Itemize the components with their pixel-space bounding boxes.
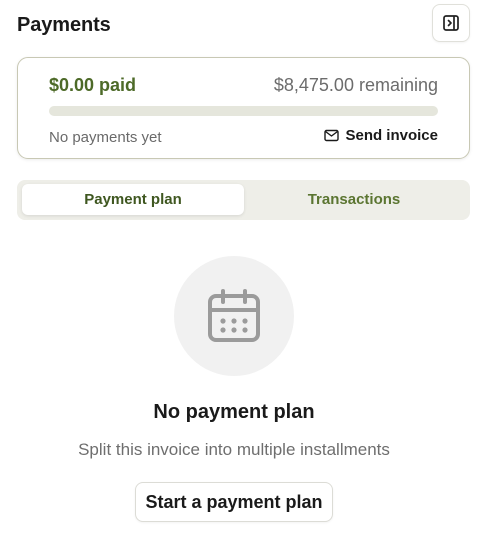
payments-header: Payments xyxy=(17,4,470,46)
payment-progress-bar xyxy=(49,106,438,116)
payment-summary-card: $0.00 paid $8,475.00 remaining No paymen… xyxy=(17,57,470,159)
empty-state-subtitle: Split this invoice into multiple install… xyxy=(78,440,390,459)
empty-state-illustration xyxy=(174,256,294,376)
start-payment-plan-button[interactable]: Start a payment plan xyxy=(135,482,333,522)
calendar-icon xyxy=(208,289,260,342)
send-invoice-button[interactable]: Send invoice xyxy=(324,127,438,144)
page-title: Payments xyxy=(17,14,111,36)
tab-transactions[interactable]: Transactions xyxy=(243,184,465,215)
tab-payment-plan[interactable]: Payment plan xyxy=(22,184,244,215)
paid-amount: $0.00 paid xyxy=(49,75,137,95)
panel-right-icon xyxy=(443,15,459,31)
payment-tabs: Payment plan Transactions xyxy=(17,180,470,220)
payment-status-text: No payments yet xyxy=(49,129,162,146)
empty-state-title: No payment plan xyxy=(153,401,315,423)
remaining-amount: $8,475.00 remaining xyxy=(273,75,438,95)
send-invoice-label: Send invoice xyxy=(345,127,438,144)
panel-toggle-button[interactable] xyxy=(432,4,470,42)
mail-icon xyxy=(324,129,340,142)
